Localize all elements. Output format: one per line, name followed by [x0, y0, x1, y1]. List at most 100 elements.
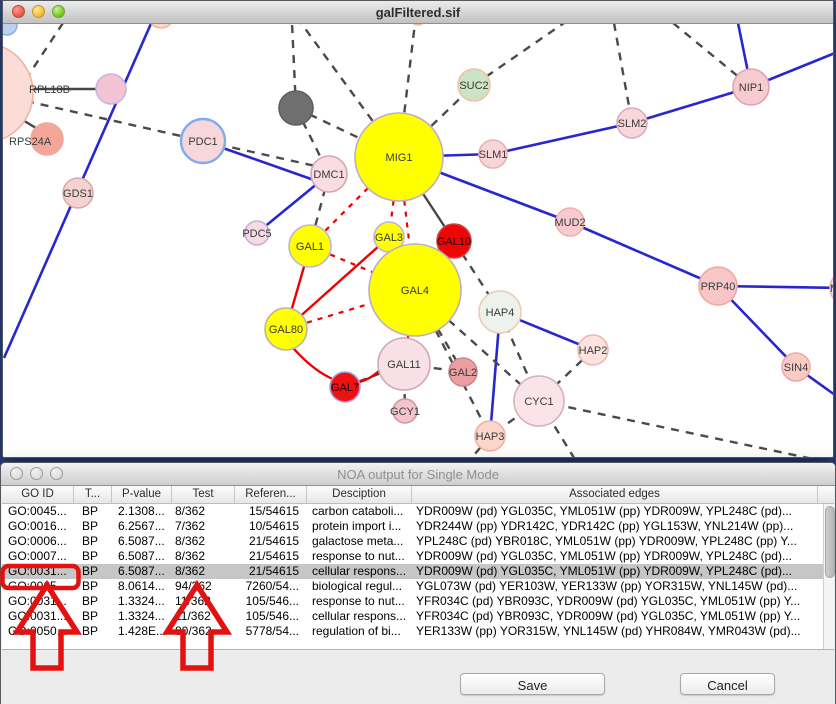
- table-cell: GO:0007...: [2, 549, 74, 564]
- table-row[interactable]: GO:0050...BP1.428E...80/3625778/54...reg…: [2, 624, 823, 639]
- minimize-button[interactable]: [30, 467, 43, 480]
- table-cell: 11/362: [172, 609, 235, 624]
- table-row[interactable]: GO:0031...BP6.5087...8/36221/54615cellul…: [2, 564, 823, 579]
- table-cell: BP: [74, 609, 112, 624]
- edge-dash: [539, 401, 813, 458]
- table-row[interactable]: GO:0031...BP1.3324...11/362105/546...res…: [2, 594, 823, 609]
- table-cell: YDR009W (pd) YGL035C, YML051W (pp) YDR00…: [412, 564, 818, 579]
- node-label-SUC2: SUC2: [459, 80, 488, 92]
- table-cell: protein import i...: [307, 519, 412, 534]
- scrollbar-thumb[interactable]: [825, 506, 835, 578]
- node-label-PDC5: PDC5: [242, 228, 271, 240]
- column-header-test[interactable]: Test: [172, 485, 235, 503]
- node-label-PRP40: PRP40: [701, 281, 736, 293]
- table-row[interactable]: GO:0016...BP6.2567...7/36210/54615protei…: [2, 519, 823, 534]
- table-cell: BP: [74, 519, 112, 534]
- network-canvas[interactable]: RPL18BRPS24AGDS1PDC1DMC1MIG1SUC2SLM1SLM2…: [3, 1, 834, 458]
- table-cell: 6.5087...: [112, 534, 172, 549]
- minimize-button[interactable]: [32, 5, 45, 18]
- table-cell: YPL248C (pd) YBR018C, YML051W (pp) YDR00…: [412, 534, 818, 549]
- table-cell: GO:0050...: [2, 624, 74, 639]
- node-label-PDC1: PDC1: [188, 136, 217, 148]
- cancel-button[interactable]: Cancel: [680, 673, 775, 695]
- node-label-RPL18B: RPL18B: [29, 84, 70, 96]
- table-cell: GO:0065...: [2, 579, 74, 594]
- table-row[interactable]: GO:0006...BP6.5087...8/36221/54615galact…: [2, 534, 823, 549]
- table-cell: galactose meta...: [307, 534, 412, 549]
- save-button[interactable]: Save: [460, 673, 605, 695]
- column-header-desciption[interactable]: Desciption: [307, 485, 412, 503]
- results-table: GO IDT...P-valueTestReferen...Desciption…: [2, 485, 834, 650]
- node-label-GAL80: GAL80: [269, 324, 303, 336]
- table-cell: 8.0614...: [112, 579, 172, 594]
- node-label-GAL1: GAL1: [296, 241, 324, 253]
- table-row[interactable]: GO:0031...BP1.3324...11/362105/546...cel…: [2, 609, 823, 624]
- table-cell: BP: [74, 579, 112, 594]
- graph-window-title: galFiltered.sif: [376, 5, 461, 20]
- table-cell: BP: [74, 534, 112, 549]
- column-header-p-value[interactable]: P-value: [112, 485, 172, 503]
- table-cell: YFR034C (pd) YBR093C, YDR009W (pd) YGL03…: [412, 609, 818, 624]
- noa-output-window: NOA output for Single Mode GO IDT...P-va…: [0, 462, 836, 704]
- table-cell: GO:0045...: [2, 504, 74, 519]
- table-row[interactable]: GO:0065...BP8.0614...94/3627260/54...bio…: [2, 579, 823, 594]
- table-cell: GO:0031...: [2, 594, 74, 609]
- table-row[interactable]: GO:0045...BP2.1308...8/36215/54615carbon…: [2, 504, 823, 519]
- table-header-row: GO IDT...P-valueTestReferen...Desciption…: [2, 485, 834, 504]
- table-cell: 105/546...: [235, 594, 307, 609]
- node-label-MSL1: MSL1: [830, 283, 834, 295]
- table-cell: GO:0031...: [2, 609, 74, 624]
- table-cell: 8/362: [172, 564, 235, 579]
- button-bar: Save Cancel: [1, 659, 835, 704]
- table-cell: YER133W (pp) YOR315W, YNL145W (pd) YHR08…: [412, 624, 818, 639]
- table-cell: GO:0006...: [2, 534, 74, 549]
- graph-window-titlebar[interactable]: galFiltered.sif: [3, 1, 833, 24]
- column-header-associated-edges[interactable]: Associated edges: [412, 485, 818, 503]
- node-label-NIP1: NIP1: [739, 82, 763, 94]
- column-header-referen[interactable]: Referen...: [235, 485, 307, 503]
- table-cell: 94/362: [172, 579, 235, 594]
- node-label-HAP3: HAP3: [476, 431, 505, 443]
- node-label-CYC1: CYC1: [524, 396, 553, 408]
- table-cell: 7260/54...: [235, 579, 307, 594]
- table-cell: BP: [74, 594, 112, 609]
- node-gray-node[interactable]: [279, 91, 313, 125]
- table-row[interactable]: GO:0007...BP6.5087...8/36221/54615respon…: [2, 549, 823, 564]
- node-label-SLM1: SLM1: [479, 149, 508, 161]
- edge-blue: [570, 222, 718, 286]
- node-label-SLM2: SLM2: [618, 118, 647, 130]
- table-cell: 1.428E...: [112, 624, 172, 639]
- table-cell: BP: [74, 504, 112, 519]
- node-label-SIN4: SIN4: [784, 362, 808, 374]
- zoom-button[interactable]: [52, 5, 65, 18]
- column-header-go-id[interactable]: GO ID: [2, 485, 74, 503]
- close-button[interactable]: [12, 5, 25, 18]
- zoom-button[interactable]: [50, 467, 63, 480]
- table-cell: 80/362: [172, 624, 235, 639]
- table-cell: response to nut...: [307, 594, 412, 609]
- node-label-GDS1: GDS1: [63, 188, 93, 200]
- table-cell: 10/54615: [235, 519, 307, 534]
- table-cell: 105/546...: [235, 609, 307, 624]
- table-cell: 6.5087...: [112, 549, 172, 564]
- node-label-GAL4: GAL4: [401, 285, 429, 297]
- table-cell: 2.1308...: [112, 504, 172, 519]
- noa-window-title: NOA output for Single Mode: [337, 467, 499, 482]
- table-cell: YFR034C (pd) YBR093C, YDR009W (pd) YGL03…: [412, 594, 818, 609]
- node-label-MUD2: MUD2: [554, 217, 585, 229]
- table-cell: 8/362: [172, 549, 235, 564]
- table-body: GO:0045...BP2.1308...8/36215/54615carbon…: [2, 504, 823, 649]
- table-cell: BP: [74, 549, 112, 564]
- close-button[interactable]: [10, 467, 23, 480]
- table-cell: YDR009W (pd) YGL035C, YML051W (pp) YDR00…: [412, 504, 818, 519]
- table-cell: 6.5087...: [112, 564, 172, 579]
- table-cell: BP: [74, 564, 112, 579]
- table-cell: 8/362: [172, 534, 235, 549]
- node-RPL18B[interactable]: [96, 74, 126, 104]
- column-header-t[interactable]: T...: [74, 485, 112, 503]
- noa-window-titlebar[interactable]: NOA output for Single Mode: [1, 463, 835, 486]
- table-scrollbar[interactable]: [823, 504, 834, 649]
- table-cell: regulation of bi...: [307, 624, 412, 639]
- node-label-GAL7: GAL7: [331, 382, 359, 394]
- table-cell: 21/54615: [235, 549, 307, 564]
